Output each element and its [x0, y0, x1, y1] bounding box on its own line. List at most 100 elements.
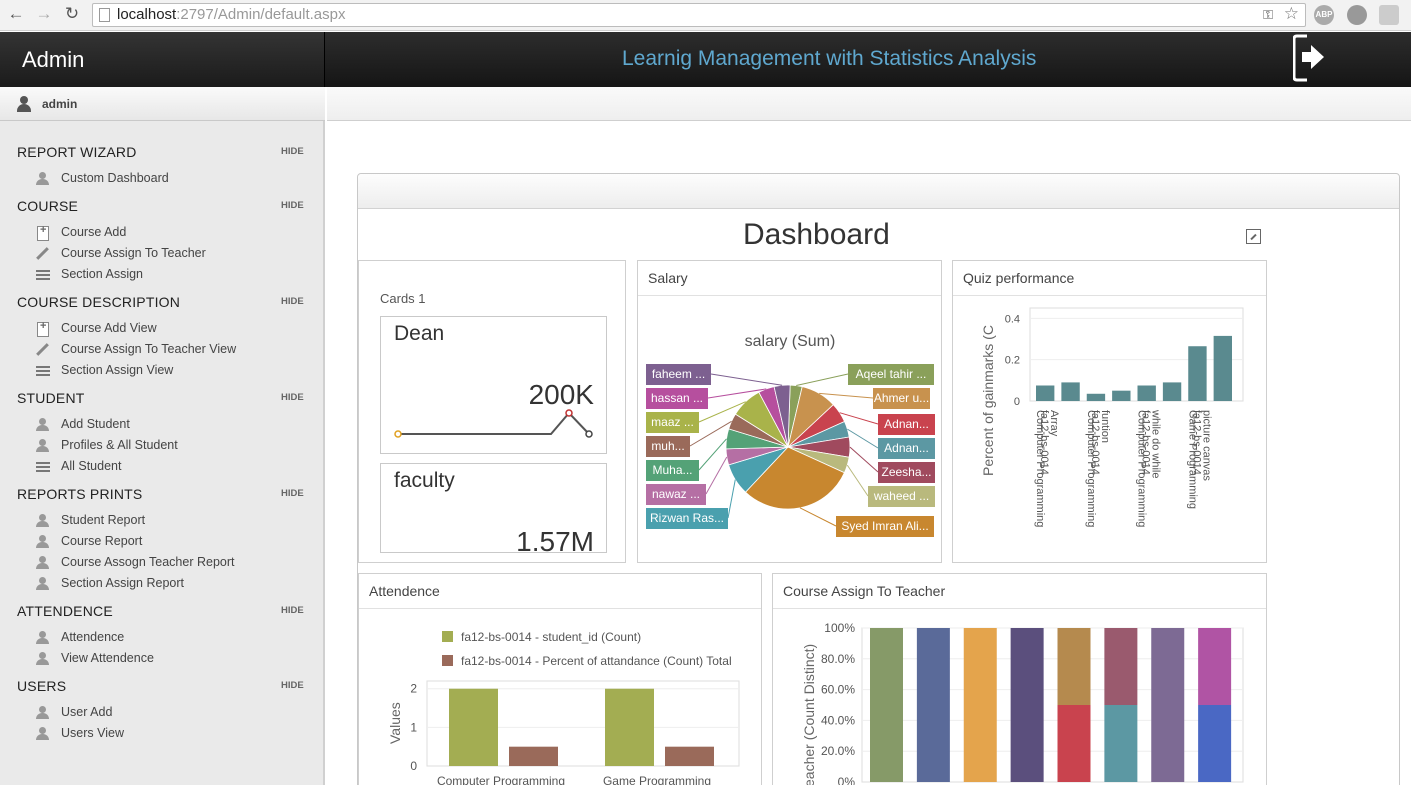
svg-text:faheem ...: faheem ...: [652, 367, 705, 381]
pie-label: Adnan...: [878, 438, 935, 459]
y-tick-label: 40.0%: [821, 713, 855, 727]
reload-icon[interactable]: ↻: [62, 4, 82, 24]
logout-icon[interactable]: [1293, 33, 1325, 83]
url-path: :2797/Admin/default.aspx: [176, 6, 346, 23]
bar: [605, 688, 654, 766]
user-icon: [35, 535, 51, 549]
address-bar[interactable]: localhost:2797/Admin/default.aspx ⚿ ☆: [92, 3, 1306, 27]
sidebar-item-label: View Attendence: [61, 651, 154, 665]
sidebar-item-label: Profiles & All Student: [61, 438, 178, 452]
key-icon[interactable]: ⚿: [1263, 4, 1273, 26]
pie-leader-line: [799, 507, 837, 527]
sidebar-section-title: REPORTS PRINTS: [17, 486, 143, 502]
bar: [1036, 385, 1055, 401]
users-icon: [35, 439, 51, 453]
x-tick-label: Array: [1048, 410, 1060, 437]
sidebar-item-label: Student Report: [61, 513, 146, 527]
dashboard-title: Dashboard: [743, 218, 890, 251]
x-tick-label: while do while: [1150, 409, 1162, 478]
hide-toggle[interactable]: HIDE: [281, 200, 304, 211]
sidebar-item-label: User Add: [61, 705, 113, 719]
user-icon: [35, 514, 51, 528]
stacked-bar-segment: [1104, 628, 1138, 705]
pie-label: Muha...: [646, 460, 699, 481]
course-assign-panel: Course Assign To Teacher 0% 20.0% 40.0% 60.…: [772, 573, 1267, 785]
x-tick-label: Computer Programming: [1085, 410, 1097, 527]
bar: [665, 746, 714, 766]
pie-label: nawaz ...: [646, 484, 706, 505]
adblock-extension-icon[interactable]: ABP: [1314, 5, 1334, 25]
list-icon: [35, 364, 51, 378]
y-axis-label: Percent of gainmarks (C: [980, 325, 996, 476]
bar: [449, 688, 498, 766]
list-icon: [35, 268, 51, 282]
y-tick-label: 1: [410, 720, 417, 734]
y-tick-label: 0.4: [1005, 313, 1020, 325]
bar: [1162, 382, 1182, 401]
card-label: faculty: [394, 469, 455, 492]
shield-extension-icon[interactable]: [1379, 5, 1399, 25]
hide-toggle[interactable]: HIDE: [281, 680, 304, 691]
pie-title: salary (Sum): [745, 333, 836, 350]
pie-label: faheem ...: [646, 364, 711, 385]
quiz-bar-chart: 00.20.4Percent of gainmarks (C fa12-bs-00…: [980, 307, 1244, 527]
bar: [1086, 393, 1106, 401]
hide-toggle[interactable]: HIDE: [281, 146, 304, 157]
url-host: localhost: [117, 6, 177, 23]
legend-item: fa12-bs-0014 - Percent of attandance (Co…: [442, 654, 732, 668]
export-icon[interactable]: [1246, 229, 1261, 244]
sidebar-item-label: Users View: [61, 726, 124, 740]
pie-label: Adnan...: [878, 414, 935, 435]
y-tick-label: 100%: [824, 621, 855, 635]
user-icon: [35, 418, 51, 432]
pie-label: Aqeel tahir ...: [848, 364, 934, 385]
user-icon: [35, 727, 51, 741]
pie-leader-line: [819, 392, 874, 399]
brand-title[interactable]: Admin: [22, 47, 84, 73]
pie-leader-line: [705, 456, 728, 495]
sidebar-section-title: USERS: [17, 678, 67, 694]
hide-toggle[interactable]: HIDE: [281, 392, 304, 403]
sidebar-item-label: Section Assign: [61, 267, 143, 281]
stacked-bar-segment: [1057, 628, 1091, 705]
pie-leader-line: [710, 373, 783, 386]
sidebar-item-label: All Student: [61, 459, 122, 473]
svg-text:Syed Imran Ali...: Syed Imran Ali...: [841, 519, 928, 533]
user-name[interactable]: admin: [42, 97, 77, 111]
globe-extension-icon[interactable]: [1347, 5, 1367, 25]
add-icon: [35, 320, 51, 337]
bookmark-star-icon[interactable]: ☆: [1284, 3, 1299, 25]
sidebar: admin REPORT WIZARD HIDE Custom Dashboard C…: [0, 87, 325, 785]
user-icon: [35, 631, 51, 645]
pie-label: Ahmer u...: [873, 388, 930, 409]
card-faculty[interactable]: faculty 1.57M: [380, 463, 607, 553]
sidebar-item-label: Course Add: [61, 225, 127, 239]
svg-text:Muha...: Muha...: [652, 463, 692, 477]
card-dean[interactable]: Dean 200K: [380, 316, 607, 454]
stacked-bar-segment: [1057, 705, 1091, 782]
y-tick-label: 0: [1014, 396, 1020, 408]
svg-text:maaz ...: maaz ...: [651, 415, 694, 429]
svg-text:fa12-bs-0014 - student_id (Cou: fa12-bs-0014 - student_id (Count): [461, 630, 641, 644]
cards-caption: Cards 1: [380, 291, 426, 306]
svg-text:fa12-bs-0014 - Percent of atta: fa12-bs-0014 - Percent of attandance (Co…: [461, 654, 732, 668]
brand-box: Admin: [0, 32, 325, 87]
hide-toggle[interactable]: HIDE: [281, 605, 304, 616]
x-tick-label: Computer Programming: [437, 774, 565, 785]
pie-label: waheed ...: [868, 486, 935, 507]
bar: [1213, 335, 1232, 401]
add-icon: [35, 224, 51, 241]
sidebar-item-label: Add Student: [61, 417, 130, 431]
hide-toggle[interactable]: HIDE: [281, 296, 304, 307]
hide-toggle[interactable]: HIDE: [281, 488, 304, 499]
page-icon: [99, 8, 110, 22]
legend-item: fa12-bs-0014 - student_id (Count): [442, 630, 641, 644]
back-arrow-icon[interactable]: ←: [6, 4, 26, 24]
sidebar-item-label: Course Assogn Teacher Report: [61, 555, 235, 569]
svg-text:Ahmer u...: Ahmer u...: [874, 391, 929, 405]
pie-label: Syed Imran Ali...: [836, 516, 934, 537]
forward-arrow-icon[interactable]: →: [34, 4, 54, 24]
sidebar-section-title: COURSE DESCRIPTION: [17, 294, 181, 310]
list-icon: [35, 460, 51, 474]
x-tick-label: Game Programming: [1186, 410, 1198, 509]
